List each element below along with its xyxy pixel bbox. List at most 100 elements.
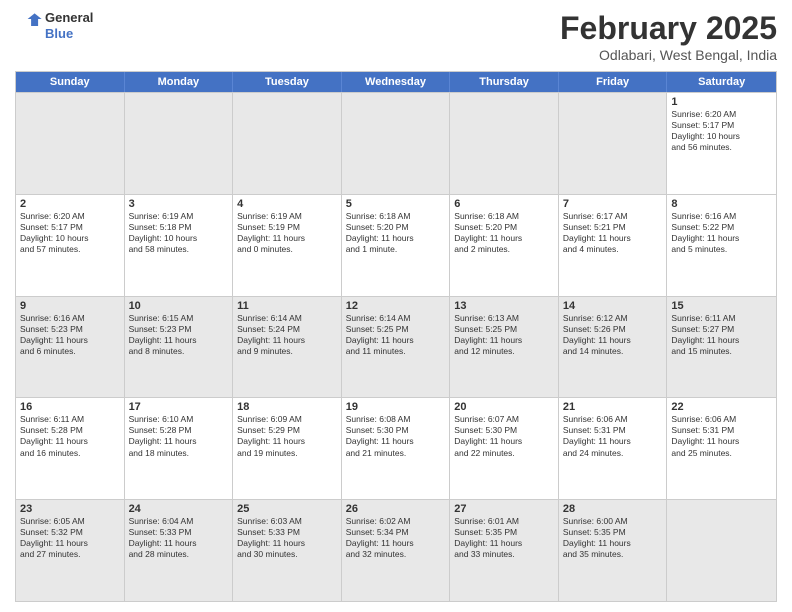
day-cell-6: 6Sunrise: 6:18 AM Sunset: 5:20 PM Daylig… (450, 195, 559, 296)
day-number: 8 (671, 198, 772, 210)
day-info: Sunrise: 6:16 AM Sunset: 5:22 PM Dayligh… (671, 211, 772, 255)
day-number: 28 (563, 503, 663, 515)
day-number: 2 (20, 198, 120, 210)
day-info: Sunrise: 6:12 AM Sunset: 5:26 PM Dayligh… (563, 313, 663, 357)
day-number: 14 (563, 300, 663, 312)
day-info: Sunrise: 6:19 AM Sunset: 5:18 PM Dayligh… (129, 211, 229, 255)
title-block: February 2025 Odlabari, West Bengal, Ind… (560, 10, 777, 63)
day-info: Sunrise: 6:07 AM Sunset: 5:30 PM Dayligh… (454, 414, 554, 458)
day-number: 6 (454, 198, 554, 210)
day-number: 16 (20, 401, 120, 413)
day-cell-16: 16Sunrise: 6:11 AM Sunset: 5:28 PM Dayli… (16, 398, 125, 499)
day-number: 7 (563, 198, 663, 210)
day-info: Sunrise: 6:15 AM Sunset: 5:23 PM Dayligh… (129, 313, 229, 357)
day-number: 11 (237, 300, 337, 312)
day-number: 23 (20, 503, 120, 515)
day-number: 15 (671, 300, 772, 312)
day-info: Sunrise: 6:04 AM Sunset: 5:33 PM Dayligh… (129, 516, 229, 560)
day-info: Sunrise: 6:17 AM Sunset: 5:21 PM Dayligh… (563, 211, 663, 255)
weekday-header-monday: Monday (125, 72, 234, 92)
day-cell-12: 12Sunrise: 6:14 AM Sunset: 5:25 PM Dayli… (342, 297, 451, 398)
empty-cell-r4c6 (667, 500, 776, 601)
day-cell-14: 14Sunrise: 6:12 AM Sunset: 5:26 PM Dayli… (559, 297, 668, 398)
empty-cell-r0c4 (450, 93, 559, 194)
calendar-row-2: 2Sunrise: 6:20 AM Sunset: 5:17 PM Daylig… (16, 194, 776, 296)
day-info: Sunrise: 6:19 AM Sunset: 5:19 PM Dayligh… (237, 211, 337, 255)
day-number: 26 (346, 503, 446, 515)
day-number: 10 (129, 300, 229, 312)
day-cell-19: 19Sunrise: 6:08 AM Sunset: 5:30 PM Dayli… (342, 398, 451, 499)
day-info: Sunrise: 6:01 AM Sunset: 5:35 PM Dayligh… (454, 516, 554, 560)
day-info: Sunrise: 6:20 AM Sunset: 5:17 PM Dayligh… (20, 211, 120, 255)
calendar-row-3: 9Sunrise: 6:16 AM Sunset: 5:23 PM Daylig… (16, 296, 776, 398)
day-info: Sunrise: 6:11 AM Sunset: 5:27 PM Dayligh… (671, 313, 772, 357)
logo: General Blue (15, 10, 93, 41)
month-year: February 2025 (560, 10, 777, 47)
day-cell-22: 22Sunrise: 6:06 AM Sunset: 5:31 PM Dayli… (667, 398, 776, 499)
day-cell-20: 20Sunrise: 6:07 AM Sunset: 5:30 PM Dayli… (450, 398, 559, 499)
weekday-header-wednesday: Wednesday (342, 72, 451, 92)
header: General Blue February 2025 Odlabari, Wes… (15, 10, 777, 63)
day-number: 9 (20, 300, 120, 312)
day-info: Sunrise: 6:14 AM Sunset: 5:24 PM Dayligh… (237, 313, 337, 357)
day-info: Sunrise: 6:09 AM Sunset: 5:29 PM Dayligh… (237, 414, 337, 458)
calendar-body: 1Sunrise: 6:20 AM Sunset: 5:17 PM Daylig… (16, 92, 776, 601)
calendar-row-4: 16Sunrise: 6:11 AM Sunset: 5:28 PM Dayli… (16, 397, 776, 499)
location: Odlabari, West Bengal, India (560, 47, 777, 63)
day-cell-2: 2Sunrise: 6:20 AM Sunset: 5:17 PM Daylig… (16, 195, 125, 296)
calendar-header: SundayMondayTuesdayWednesdayThursdayFrid… (16, 72, 776, 92)
day-number: 20 (454, 401, 554, 413)
weekday-header-sunday: Sunday (16, 72, 125, 92)
empty-cell-r0c1 (125, 93, 234, 194)
day-number: 1 (671, 96, 772, 108)
day-cell-11: 11Sunrise: 6:14 AM Sunset: 5:24 PM Dayli… (233, 297, 342, 398)
day-cell-23: 23Sunrise: 6:05 AM Sunset: 5:32 PM Dayli… (16, 500, 125, 601)
day-info: Sunrise: 6:13 AM Sunset: 5:25 PM Dayligh… (454, 313, 554, 357)
calendar-row-1: 1Sunrise: 6:20 AM Sunset: 5:17 PM Daylig… (16, 92, 776, 194)
day-cell-25: 25Sunrise: 6:03 AM Sunset: 5:33 PM Dayli… (233, 500, 342, 601)
empty-cell-r0c2 (233, 93, 342, 194)
empty-cell-r0c5 (559, 93, 668, 194)
day-cell-24: 24Sunrise: 6:04 AM Sunset: 5:33 PM Dayli… (125, 500, 234, 601)
day-info: Sunrise: 6:18 AM Sunset: 5:20 PM Dayligh… (346, 211, 446, 255)
day-info: Sunrise: 6:06 AM Sunset: 5:31 PM Dayligh… (671, 414, 772, 458)
day-number: 3 (129, 198, 229, 210)
day-number: 19 (346, 401, 446, 413)
day-info: Sunrise: 6:10 AM Sunset: 5:28 PM Dayligh… (129, 414, 229, 458)
day-info: Sunrise: 6:20 AM Sunset: 5:17 PM Dayligh… (671, 109, 772, 153)
day-info: Sunrise: 6:03 AM Sunset: 5:33 PM Dayligh… (237, 516, 337, 560)
day-info: Sunrise: 6:16 AM Sunset: 5:23 PM Dayligh… (20, 313, 120, 357)
day-info: Sunrise: 6:00 AM Sunset: 5:35 PM Dayligh… (563, 516, 663, 560)
day-cell-7: 7Sunrise: 6:17 AM Sunset: 5:21 PM Daylig… (559, 195, 668, 296)
day-number: 22 (671, 401, 772, 413)
day-cell-17: 17Sunrise: 6:10 AM Sunset: 5:28 PM Dayli… (125, 398, 234, 499)
day-cell-10: 10Sunrise: 6:15 AM Sunset: 5:23 PM Dayli… (125, 297, 234, 398)
day-cell-3: 3Sunrise: 6:19 AM Sunset: 5:18 PM Daylig… (125, 195, 234, 296)
day-cell-5: 5Sunrise: 6:18 AM Sunset: 5:20 PM Daylig… (342, 195, 451, 296)
day-cell-9: 9Sunrise: 6:16 AM Sunset: 5:23 PM Daylig… (16, 297, 125, 398)
day-number: 13 (454, 300, 554, 312)
logo-text-blue: Blue (45, 26, 93, 42)
day-cell-13: 13Sunrise: 6:13 AM Sunset: 5:25 PM Dayli… (450, 297, 559, 398)
logo-icon (15, 12, 43, 40)
day-info: Sunrise: 6:11 AM Sunset: 5:28 PM Dayligh… (20, 414, 120, 458)
weekday-header-friday: Friday (559, 72, 668, 92)
calendar-row-5: 23Sunrise: 6:05 AM Sunset: 5:32 PM Dayli… (16, 499, 776, 601)
day-cell-1: 1Sunrise: 6:20 AM Sunset: 5:17 PM Daylig… (667, 93, 776, 194)
day-info: Sunrise: 6:14 AM Sunset: 5:25 PM Dayligh… (346, 313, 446, 357)
day-cell-4: 4Sunrise: 6:19 AM Sunset: 5:19 PM Daylig… (233, 195, 342, 296)
day-cell-26: 26Sunrise: 6:02 AM Sunset: 5:34 PM Dayli… (342, 500, 451, 601)
day-number: 5 (346, 198, 446, 210)
day-info: Sunrise: 6:18 AM Sunset: 5:20 PM Dayligh… (454, 211, 554, 255)
day-number: 18 (237, 401, 337, 413)
day-number: 4 (237, 198, 337, 210)
day-cell-28: 28Sunrise: 6:00 AM Sunset: 5:35 PM Dayli… (559, 500, 668, 601)
day-number: 25 (237, 503, 337, 515)
empty-cell-r0c3 (342, 93, 451, 194)
day-cell-18: 18Sunrise: 6:09 AM Sunset: 5:29 PM Dayli… (233, 398, 342, 499)
day-cell-27: 27Sunrise: 6:01 AM Sunset: 5:35 PM Dayli… (450, 500, 559, 601)
day-info: Sunrise: 6:08 AM Sunset: 5:30 PM Dayligh… (346, 414, 446, 458)
day-number: 27 (454, 503, 554, 515)
day-info: Sunrise: 6:06 AM Sunset: 5:31 PM Dayligh… (563, 414, 663, 458)
day-number: 12 (346, 300, 446, 312)
